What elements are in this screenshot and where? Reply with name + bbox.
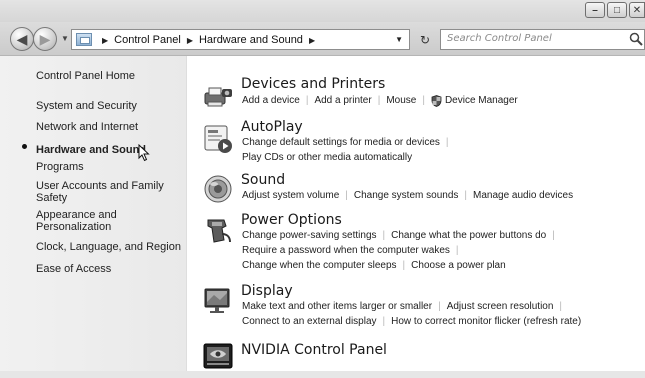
printer-camera-icon	[204, 87, 232, 107]
monitor-icon	[204, 288, 230, 313]
navigation-bar: ◀ ▶ ▼ ▶ Control Panel ▶ Hardware and Sou…	[0, 22, 645, 56]
category-sound: Sound Adjust system volume | Change syst…	[188, 171, 645, 207]
separator: |	[464, 190, 467, 201]
adjust-screen-resolution-link[interactable]: Adjust screen resolution	[447, 299, 554, 314]
address-dropdown-icon[interactable]: ▼	[395, 35, 403, 44]
separator: |	[422, 95, 425, 106]
change-power-saving-settings-link[interactable]: Change power-saving settings	[242, 228, 377, 243]
minimize-button[interactable]: –	[585, 2, 605, 18]
breadcrumb-arrow-icon[interactable]: ▶	[96, 36, 114, 45]
separator: |	[455, 245, 459, 256]
autoplay-title[interactable]: AutoPlay	[241, 119, 303, 135]
autoplay-icon	[204, 125, 232, 153]
separator: |	[345, 190, 348, 201]
forward-arrow-icon: ▶	[39, 30, 51, 47]
address-bar[interactable]: ▶ Control Panel ▶ Hardware and Sound ▶ ▼	[71, 29, 410, 50]
sidebar-item-ease-of-access[interactable]: Ease of Access	[36, 263, 111, 275]
separator: |	[305, 95, 309, 106]
maximize-button[interactable]: □	[607, 2, 627, 18]
breadcrumb-hardware-and-sound[interactable]: Hardware and Sound	[199, 34, 303, 46]
sound-links: Adjust system volume | Change system sou…	[242, 188, 573, 203]
chevron-down-icon: ▼	[61, 34, 69, 43]
make-text-larger-link[interactable]: Make text and other items larger or smal…	[242, 299, 432, 314]
separator: |	[382, 316, 386, 327]
mouse-cursor-icon	[138, 144, 150, 162]
separator: |	[377, 95, 381, 106]
category-devices-and-printers: Devices and Printers Add a device | Add …	[188, 72, 645, 112]
admin-shield-icon	[431, 94, 442, 107]
separator: |	[552, 230, 555, 241]
sidebar: Control Panel Home System and Security N…	[0, 56, 187, 378]
sidebar-item-appearance[interactable]: Appearance and Personalization	[36, 209, 156, 233]
speaker-icon	[204, 175, 232, 203]
change-sleep-time-link[interactable]: Change when the computer sleeps	[242, 258, 397, 273]
change-power-buttons-link[interactable]: Change what the power buttons do	[391, 228, 546, 243]
change-system-sounds-link[interactable]: Change system sounds	[354, 188, 459, 203]
category-power-options: Power Options Change power-saving settin…	[188, 212, 645, 280]
display-title[interactable]: Display	[241, 283, 293, 299]
devices-and-printers-title[interactable]: Devices and Printers	[241, 76, 385, 92]
recent-pages-dropdown[interactable]: ▼	[61, 34, 69, 43]
add-a-printer-link[interactable]: Add a printer	[314, 93, 371, 108]
refresh-icon: ↻	[419, 32, 431, 47]
add-a-device-link[interactable]: Add a device	[242, 93, 300, 108]
connect-external-display-link[interactable]: Connect to an external display	[242, 314, 377, 329]
selected-bullet-icon	[22, 144, 27, 149]
nvidia-icon	[203, 343, 233, 369]
sidebar-item-label: Hardware and Sound	[36, 144, 147, 156]
manage-audio-devices-link[interactable]: Manage audio devices	[473, 188, 573, 203]
separator: |	[382, 230, 386, 241]
display-links: Make text and other items larger or smal…	[242, 299, 581, 329]
back-button[interactable]: ◀	[10, 27, 34, 51]
devices-and-printers-links: Add a device | Add a printer | Mouse | D…	[242, 93, 518, 108]
mouse-link[interactable]: Mouse	[386, 93, 416, 108]
autoplay-links: Change default settings for media or dev…	[242, 135, 455, 165]
control-panel-home-link[interactable]: Control Panel Home	[36, 70, 135, 82]
separator: |	[438, 301, 441, 312]
window-bottom-edge	[0, 371, 645, 378]
choose-power-plan-link[interactable]: Choose a power plan	[411, 258, 506, 273]
back-arrow-icon: ◀	[16, 30, 28, 47]
nvidia-control-panel-title[interactable]: NVIDIA Control Panel	[241, 342, 387, 358]
monitor-flicker-help-link[interactable]: How to correct monitor flicker (refresh …	[391, 314, 581, 329]
device-manager-link[interactable]: Device Manager	[445, 93, 518, 108]
title-bar: – □ ✕	[0, 0, 645, 22]
power-options-links: Change power-saving settings | Change wh…	[242, 228, 561, 273]
sidebar-item-network-and-internet[interactable]: Network and Internet	[36, 121, 138, 133]
sound-title[interactable]: Sound	[241, 172, 285, 188]
separator: |	[559, 301, 563, 312]
search-placeholder: Search Control Panel	[447, 33, 552, 44]
control-panel-icon	[76, 33, 92, 46]
sidebar-item-hardware-and-sound[interactable]: Hardware and Sound	[22, 140, 186, 158]
refresh-button[interactable]: ↻	[413, 29, 437, 50]
breadcrumb-control-panel[interactable]: Control Panel	[114, 34, 181, 46]
search-input[interactable]: Search Control Panel	[440, 29, 645, 50]
category-display: Display Make text and other items larger…	[188, 283, 645, 335]
main-content: Devices and Printers Add a device | Add …	[188, 56, 645, 378]
require-password-on-wake-link[interactable]: Require a password when the computer wak…	[242, 243, 450, 258]
sidebar-item-user-accounts[interactable]: User Accounts and Family Safety	[36, 180, 182, 204]
breadcrumb-arrow-icon[interactable]: ▶	[181, 36, 199, 45]
forward-button[interactable]: ▶	[33, 27, 57, 51]
breadcrumb-arrow-icon[interactable]: ▶	[303, 36, 321, 45]
category-autoplay: AutoPlay Change default settings for med…	[188, 117, 645, 167]
power-plug-icon	[207, 219, 231, 243]
adjust-system-volume-link[interactable]: Adjust system volume	[242, 188, 339, 203]
separator: |	[445, 137, 449, 148]
category-nvidia-control-panel: NVIDIA Control Panel	[188, 338, 645, 374]
caption-buttons: – □ ✕	[585, 2, 645, 18]
breadcrumb: ▶ Control Panel ▶ Hardware and Sound ▶	[96, 32, 321, 48]
close-button[interactable]: ✕	[629, 2, 645, 18]
search-icon[interactable]	[629, 32, 643, 46]
sidebar-item-clock-language-region[interactable]: Clock, Language, and Region	[36, 241, 186, 253]
power-options-title[interactable]: Power Options	[241, 212, 342, 228]
sidebar-item-programs[interactable]: Programs	[36, 161, 84, 173]
play-cds-automatically-link[interactable]: Play CDs or other media automatically	[242, 150, 412, 165]
change-default-media-settings-link[interactable]: Change default settings for media or dev…	[242, 135, 440, 150]
sidebar-item-system-and-security[interactable]: System and Security	[36, 100, 137, 112]
separator: |	[402, 260, 406, 271]
